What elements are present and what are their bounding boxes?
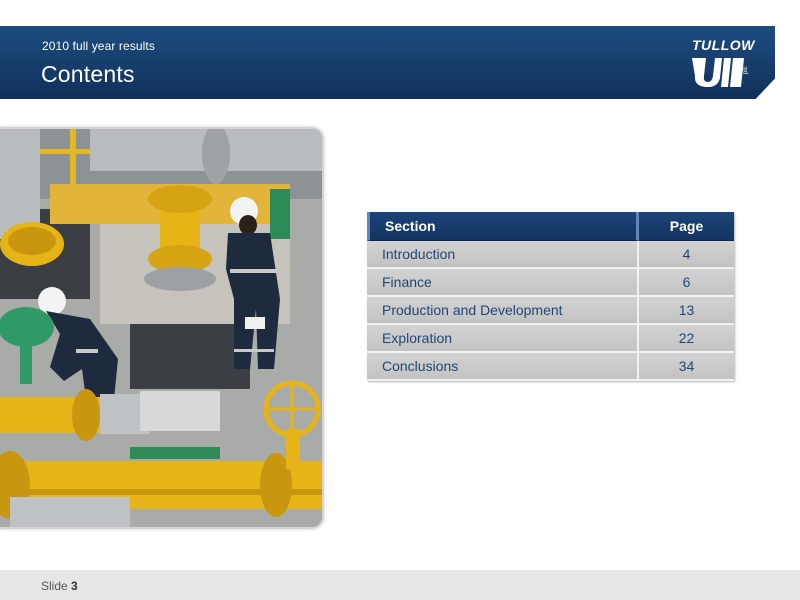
table-row: Exploration 22 <box>367 325 734 353</box>
oil-facility-workers-photo-icon <box>0 129 322 527</box>
page-cell: 6 <box>639 269 734 297</box>
page-cell: 34 <box>639 353 734 381</box>
slide-number-value: 3 <box>71 579 78 593</box>
page-cell: 22 <box>639 325 734 353</box>
section-cell: Exploration <box>367 325 639 353</box>
page-cell: 4 <box>639 241 734 269</box>
table-row: Production and Development 13 <box>367 297 734 325</box>
page-title: Contents <box>41 61 135 87</box>
logo-mark-icon: plc <box>692 58 749 87</box>
page-column-header: Page <box>639 212 734 241</box>
company-logo: TULLOW plc <box>686 37 758 89</box>
section-cell: Introduction <box>367 241 639 269</box>
table-row: Conclusions 34 <box>367 353 734 381</box>
footer-bar: Slide 3 <box>0 570 800 600</box>
section-cell: Finance <box>367 269 639 297</box>
logo-wordmark: TULLOW <box>692 37 755 53</box>
section-column-header: Section <box>367 212 639 241</box>
table-header-row: Section Page <box>367 212 734 241</box>
facility-photo <box>0 127 324 529</box>
section-cell: Production and Development <box>367 297 639 325</box>
table-row: Finance 6 <box>367 269 734 297</box>
section-cell: Conclusions <box>367 353 639 381</box>
logo-suffix: plc <box>743 66 749 74</box>
contents-table: Section Page Introduction 4 Finance 6 Pr… <box>367 212 734 381</box>
page-cell: 13 <box>639 297 734 325</box>
presentation-subtitle: 2010 full year results <box>42 39 155 53</box>
table-row: Introduction 4 <box>367 241 734 269</box>
slide-label: Slide <box>41 579 68 593</box>
slide-number: Slide 3 <box>41 579 78 593</box>
